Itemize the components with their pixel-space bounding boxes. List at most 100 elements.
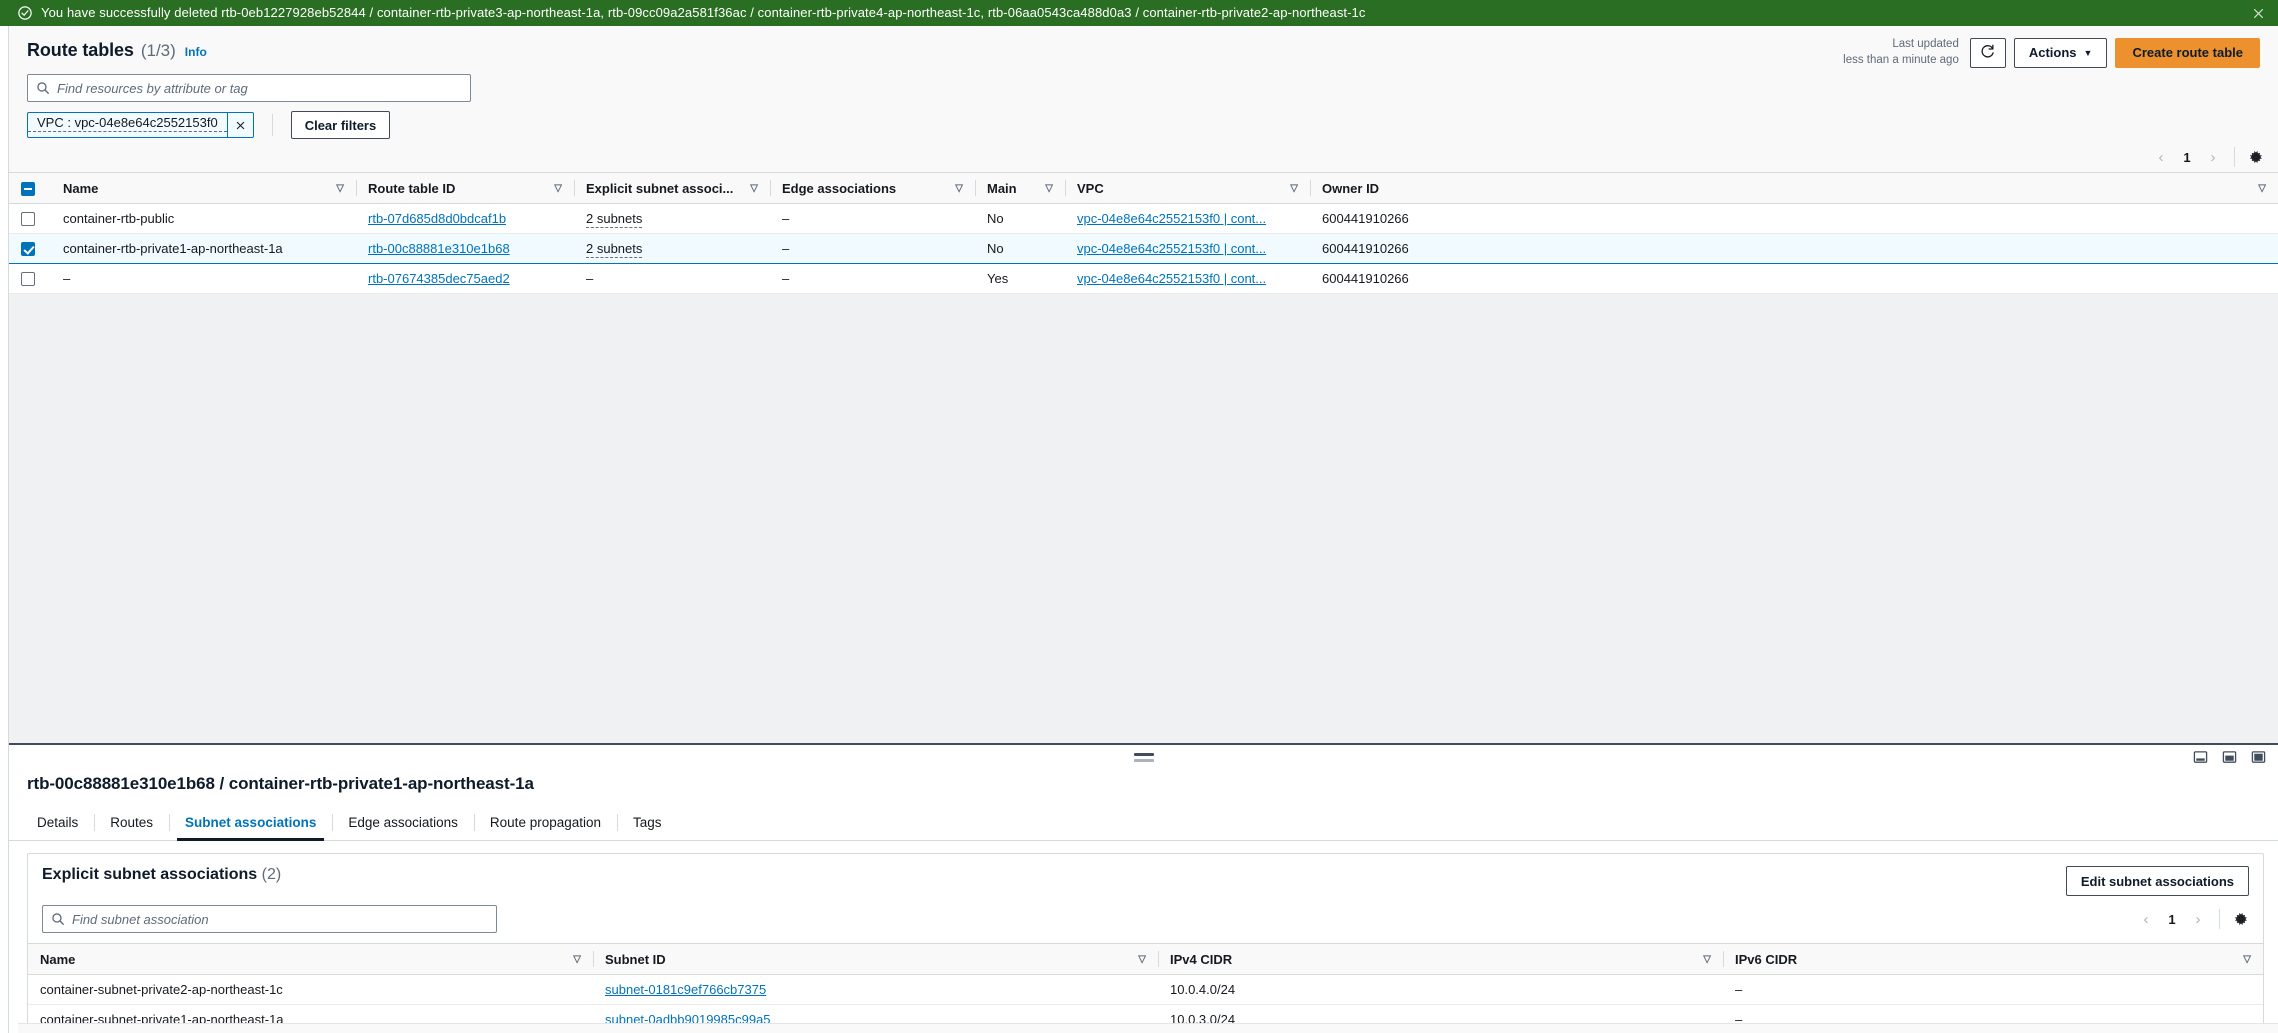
panel-bottom-icon[interactable] [2193, 750, 2208, 765]
clear-filters-button[interactable]: Clear filters [290, 111, 391, 139]
cell-subnet-id: subnet-0181c9ef766cb7375 [593, 974, 1158, 1005]
panel-side-icon[interactable] [2251, 750, 2266, 765]
row-checkbox[interactable] [21, 272, 35, 287]
handle-line-top [1133, 752, 1154, 756]
subnet-id-link[interactable]: subnet-0181c9ef766cb7375 [605, 982, 766, 997]
vpc-link[interactable]: vpc-04e8e64c2552153f0 | cont... [1077, 271, 1266, 286]
pagination-page-1[interactable]: 1 [2161, 912, 2183, 927]
detail-title: rtb-00c88881e310e1b68 / container-rtb-pr… [27, 774, 534, 793]
close-icon[interactable] [2248, 3, 2268, 23]
tab-route-propagation[interactable]: Route propagation [473, 805, 617, 840]
sort-icon-owner-id[interactable]: ▽ [2258, 183, 2266, 194]
explicit-subnet-associations-card: Explicit subnet associations (2) Edit su… [27, 853, 2264, 1033]
pagination-prev-icon[interactable]: ‹ [2146, 144, 2176, 170]
pagination-next-icon[interactable]: › [2198, 144, 2228, 170]
create-route-table-button[interactable]: Create route table [2115, 37, 2260, 68]
sort-icon-main[interactable]: ▽ [1045, 183, 1053, 194]
filter-divider [271, 114, 273, 136]
page-footer-strip [18, 1023, 2278, 1033]
gear-icon[interactable] [2229, 907, 2253, 931]
sort-icon-subnet-name[interactable]: ▽ [573, 954, 581, 965]
sort-icon-explicit-subnet[interactable]: ▽ [750, 183, 758, 194]
search-icon [51, 912, 65, 926]
tab-tags[interactable]: Tags [617, 805, 678, 840]
tab-details[interactable]: Details [27, 805, 94, 840]
sort-icon-subnet-id[interactable]: ▽ [1138, 954, 1146, 965]
flash-message: You have successfully deleted rtb-0eb122… [41, 5, 1366, 20]
cell-vpc: vpc-04e8e64c2552153f0 | cont... [1065, 263, 1310, 294]
pagination-next-icon[interactable]: › [2183, 906, 2213, 932]
filter-token-vpc[interactable]: VPC : vpc-04e8e64c2552153f0 [27, 112, 254, 138]
column-label-subnet-name: Name [40, 951, 76, 967]
panel-center-icon[interactable] [2222, 750, 2237, 765]
success-flash-banner: You have successfully deleted rtb-0eb122… [0, 0, 2278, 26]
route-table-id-link[interactable]: rtb-07d685d8d0bdcaf1b [368, 211, 506, 226]
column-header-name: Name ▽ [51, 172, 356, 204]
sort-icon-name[interactable]: ▽ [336, 183, 344, 194]
search-input[interactable] [28, 75, 470, 101]
row-select-cell [9, 263, 51, 294]
info-link[interactable]: Info [185, 45, 207, 59]
subnet-association-search-row [42, 905, 497, 933]
row-select-cell [9, 203, 51, 234]
route-table-id-link[interactable]: rtb-00c88881e310e1b68 [368, 241, 510, 256]
column-header-ipv6-cidr: IPv6 CIDR ▽ [1723, 943, 2263, 975]
pagination-divider [2234, 147, 2235, 167]
route-tables-body: container-rtb-public rtb-07d685d8d0bdcaf… [9, 203, 2278, 294]
row-checkbox[interactable] [21, 212, 35, 227]
column-header-edge-associations: Edge associations ▽ [770, 172, 975, 204]
cell-edge-associations: – [770, 263, 975, 294]
route-table-id-link[interactable]: rtb-07674385dec75aed2 [368, 271, 510, 286]
cell-subnet-name: container-subnet-private2-ap-northeast-1… [28, 974, 593, 1005]
pagination-page-1[interactable]: 1 [2176, 150, 2198, 165]
pagination-prev-icon[interactable]: ‹ [2131, 906, 2161, 932]
actions-button[interactable]: Actions ▼ [2013, 37, 2108, 68]
last-updated-value: less than a minute ago [1843, 53, 1959, 66]
column-header-subnet-id: Subnet ID ▽ [593, 943, 1158, 975]
table-row[interactable]: – rtb-07674385dec75aed2 – – Yes vpc-04e8… [9, 263, 2278, 294]
row-checkbox[interactable] [21, 242, 35, 257]
selection-count: (1/3) [140, 41, 176, 60]
cell-main: No [975, 203, 1065, 234]
refresh-button[interactable] [1969, 37, 2006, 68]
split-panel-drag-handle[interactable] [1133, 752, 1154, 762]
panel-position-group [2193, 750, 2266, 765]
table-row[interactable]: container-rtb-public rtb-07d685d8d0bdcaf… [9, 203, 2278, 234]
gear-icon[interactable] [2244, 145, 2268, 169]
table-row[interactable]: container-subnet-private2-ap-northeast-1… [28, 974, 2263, 1005]
search-icon [36, 81, 50, 95]
edit-subnet-associations-button[interactable]: Edit subnet associations [2065, 866, 2249, 896]
tab-edge-associations[interactable]: Edge associations [332, 805, 474, 840]
subnet-search-input[interactable] [43, 906, 496, 932]
subnet-associations-popover[interactable]: 2 subnets [586, 211, 643, 228]
cell-route-table-id: rtb-00c88881e310e1b68 [356, 233, 574, 264]
tab-subnet-associations[interactable]: Subnet associations [169, 805, 332, 841]
vpc-link[interactable]: vpc-04e8e64c2552153f0 | cont... [1077, 241, 1266, 256]
cell-main: No [975, 233, 1065, 264]
column-header-ipv4-cidr: IPv4 CIDR ▽ [1158, 943, 1723, 975]
filter-row: VPC : vpc-04e8e64c2552153f0 Clear filter… [9, 102, 2278, 139]
table-empty-space [9, 294, 2278, 743]
column-label-route-table-id: Route table ID [368, 180, 456, 196]
remove-filter-icon[interactable] [226, 113, 253, 137]
sort-icon-vpc[interactable]: ▽ [1290, 183, 1298, 194]
subnet-associations-popover[interactable]: 2 subnets [586, 241, 643, 258]
select-all-checkbox[interactable] [21, 181, 35, 196]
table-row[interactable]: container-rtb-private1-ap-northeast-1a r… [9, 233, 2278, 264]
tab-routes[interactable]: Routes [94, 805, 169, 840]
sort-icon-ipv6-cidr[interactable]: ▽ [2243, 954, 2251, 965]
column-header-subnet-name: Name ▽ [28, 943, 593, 975]
sort-icon-route-table-id[interactable]: ▽ [554, 183, 562, 194]
sort-icon-ipv4-cidr[interactable]: ▽ [1703, 954, 1711, 965]
column-header-explicit-subnet-associations: Explicit subnet associ... ▽ [574, 172, 770, 204]
subnet-search-box[interactable] [42, 905, 497, 933]
table-header-row: Name ▽ Route table ID ▽ Explicit subnet … [9, 172, 2278, 204]
sort-icon-edge-associations[interactable]: ▽ [955, 183, 963, 194]
card-header: Explicit subnet associations (2) Edit su… [28, 854, 2263, 896]
search-box[interactable] [27, 74, 471, 102]
cell-edge-associations: – [770, 203, 975, 234]
vpc-link[interactable]: vpc-04e8e64c2552153f0 | cont... [1077, 211, 1266, 226]
detail-tabs: Details Routes Subnet associations Edge … [9, 805, 2278, 841]
cell-route-table-id: rtb-07674385dec75aed2 [356, 263, 574, 294]
cell-edge-associations: – [770, 233, 975, 264]
